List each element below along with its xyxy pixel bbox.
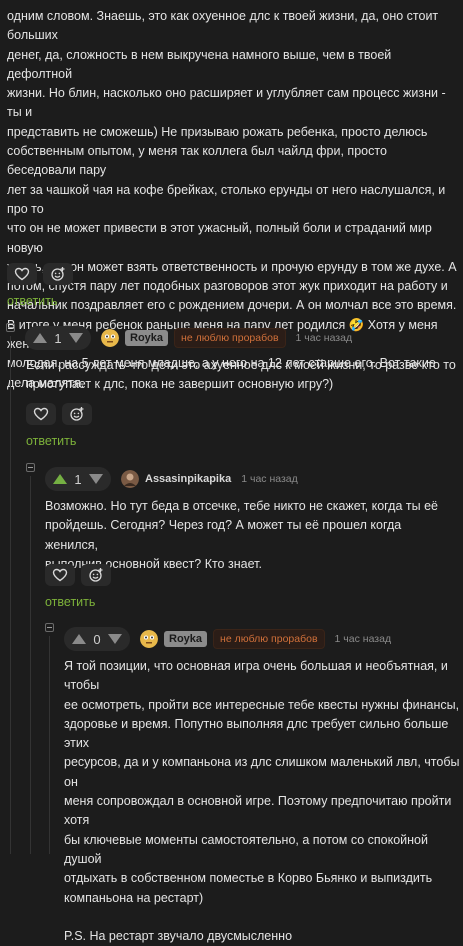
comment-line bbox=[64, 908, 460, 927]
like-button[interactable] bbox=[7, 263, 37, 285]
timestamp[interactable]: 1 час назад bbox=[296, 332, 353, 344]
smiley-plus-icon bbox=[51, 267, 65, 281]
comment-1-actions bbox=[26, 403, 92, 425]
comment-3-header: 0 Royka не люблю прорабов 1 час назад bbox=[64, 626, 391, 652]
comment-line: одним словом. Знаешь, это как охуенное д… bbox=[7, 9, 439, 43]
avatar[interactable] bbox=[140, 630, 158, 648]
collapse-thread-button[interactable] bbox=[26, 463, 35, 472]
comment-line: Если рассуждать что дети это ахуенное дл… bbox=[26, 358, 456, 372]
thread-line bbox=[10, 336, 11, 854]
comment-line: компаньона на рестарт) bbox=[64, 890, 204, 905]
downvote-button[interactable] bbox=[69, 333, 83, 343]
comment-2-header: 1 Assasinpikapika 1 час назад bbox=[45, 466, 298, 492]
comment-1-header: 1 Royka не люблю прорабов 1 час назад bbox=[25, 325, 352, 351]
add-reaction-button[interactable] bbox=[81, 564, 111, 586]
rating-score: 1 bbox=[74, 471, 82, 487]
timestamp[interactable]: 1 час назад bbox=[241, 473, 298, 485]
smiley-plus-icon bbox=[70, 407, 84, 421]
comment-line: Возможно. Но тут беда в отсечке, тебе ни… bbox=[45, 499, 438, 513]
rating-score: 0 bbox=[93, 631, 101, 647]
comment-line: бы ключевые моменты самостоятельно, а по… bbox=[64, 832, 428, 866]
upvote-button[interactable] bbox=[72, 634, 86, 644]
comment-line: пройдешь. Сегодня? Через год? А может ты… bbox=[45, 518, 402, 552]
like-button[interactable] bbox=[45, 564, 75, 586]
comment-line: начальник поздравляет его с рождением до… bbox=[7, 298, 457, 313]
top-comment-actions bbox=[7, 263, 73, 285]
comment-line: P.S. На рестарт звучало двусмысленно bbox=[64, 928, 293, 943]
reply-link[interactable]: ответить bbox=[26, 434, 76, 448]
smiley-plus-icon bbox=[89, 568, 103, 582]
thread-line bbox=[49, 636, 50, 854]
comment-line: лет за чашкой чая на кофе брейках, столь… bbox=[7, 182, 446, 216]
comment-2-body: Возможно. Но тут беда в отсечке, тебе ни… bbox=[45, 497, 457, 574]
author-name[interactable]: Assasinpikapika bbox=[145, 473, 231, 485]
comment-line: представить не сможешь) Не призываю рожа… bbox=[7, 124, 428, 139]
reply-link[interactable]: ответить bbox=[45, 595, 95, 609]
comment-3-body: Я той позиции, что основная игра очень б… bbox=[64, 657, 460, 946]
comment-line: жизнь, как он может взять ответственност… bbox=[7, 259, 457, 274]
collapse-thread-button[interactable] bbox=[6, 323, 15, 332]
collapse-thread-button[interactable] bbox=[45, 623, 54, 632]
upvote-button[interactable] bbox=[33, 333, 47, 343]
rating-control: 1 bbox=[45, 467, 111, 491]
comment-line: приступает к длс, пока не завершит основ… bbox=[26, 377, 334, 392]
comment-line: отдыхать в собственном поместье в Корво … bbox=[64, 871, 433, 886]
comment-line: меня сопровождал в основной игре. Поэтом… bbox=[64, 794, 452, 828]
upvote-button[interactable] bbox=[53, 474, 67, 484]
comment-1-body: Если рассуждать что дети это ахуенное дл… bbox=[26, 356, 456, 395]
downvote-button[interactable] bbox=[108, 634, 122, 644]
comment-line: ее осмотреть, пройти все интересные тебе… bbox=[64, 697, 460, 712]
comment-line: денег, да, сложность в нем выкручена нам… bbox=[7, 47, 392, 81]
timestamp[interactable]: 1 час назад bbox=[335, 633, 392, 645]
add-reaction-button[interactable] bbox=[43, 263, 73, 285]
author-tag: не люблю прорабов bbox=[213, 629, 325, 649]
heart-icon bbox=[52, 568, 68, 582]
author-name[interactable]: Royka bbox=[164, 631, 208, 647]
add-reaction-button[interactable] bbox=[62, 403, 92, 425]
author-name[interactable]: Royka bbox=[125, 330, 169, 346]
reply-link[interactable]: ответить bbox=[7, 294, 57, 308]
rating-score: 1 bbox=[54, 330, 62, 346]
heart-icon bbox=[14, 267, 30, 281]
heart-icon bbox=[33, 407, 49, 421]
avatar[interactable] bbox=[121, 470, 139, 488]
avatar[interactable] bbox=[101, 329, 119, 347]
comment-line: потом, спустя пару лет подобных разговор… bbox=[7, 279, 448, 294]
comment-line: Я той позиции, что основная игра очень б… bbox=[64, 659, 448, 693]
like-button[interactable] bbox=[26, 403, 56, 425]
rating-control: 0 bbox=[64, 627, 130, 651]
comment-2-actions bbox=[45, 564, 111, 586]
author-tag: не люблю прорабов bbox=[174, 328, 286, 348]
comment-line: собственным опытом, у меня так коллега б… bbox=[7, 144, 387, 178]
comment-line: жизни. Но блин, насколько оно расширяет … bbox=[7, 86, 446, 120]
rating-control: 1 bbox=[25, 326, 91, 350]
comment-line: здоровье и время. Попутно выполняя длс т… bbox=[64, 716, 449, 751]
downvote-button[interactable] bbox=[89, 474, 103, 484]
comment-line: ресурсов, да и у компаньона из длс слишк… bbox=[64, 755, 460, 789]
thread-line bbox=[30, 476, 31, 854]
comment-line: что он не может привести в этот ужасный,… bbox=[7, 221, 432, 255]
